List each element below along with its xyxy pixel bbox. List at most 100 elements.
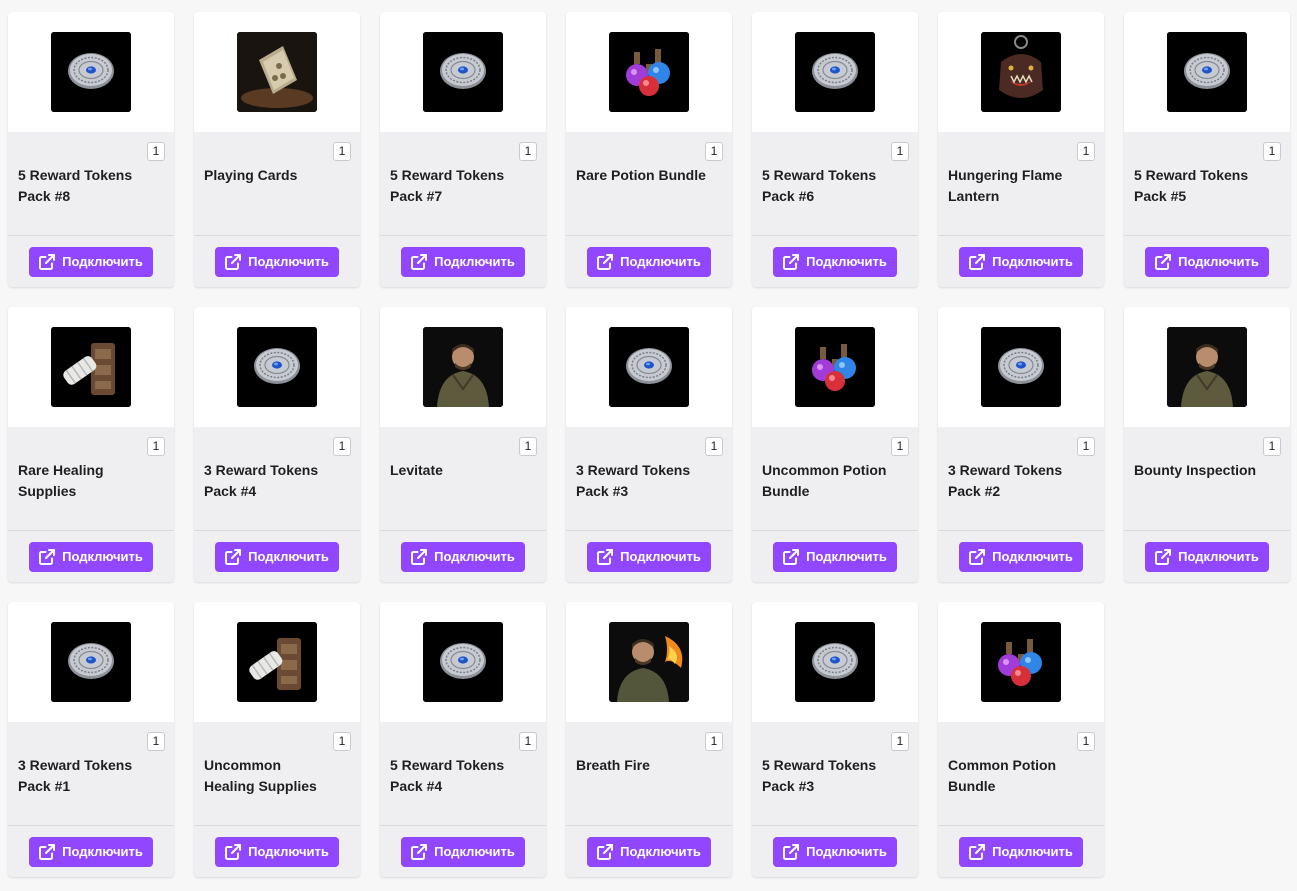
connect-button-label: Подключить bbox=[620, 549, 701, 564]
supplies-icon bbox=[237, 622, 317, 702]
card-image-area bbox=[938, 12, 1104, 132]
connect-button[interactable]: Подключить bbox=[29, 541, 153, 572]
external-link-icon bbox=[410, 548, 428, 566]
connect-button[interactable]: Подключить bbox=[773, 836, 897, 867]
card-body: 1 3 Reward Tokens Pack #3 bbox=[566, 427, 732, 531]
reward-title: Hungering Flame Lantern bbox=[948, 167, 1063, 204]
card-footer: Подключить bbox=[566, 531, 732, 582]
connect-button[interactable]: Подключить bbox=[587, 836, 711, 867]
connect-button[interactable]: Подключить bbox=[1145, 246, 1269, 277]
connect-button[interactable]: Подключить bbox=[773, 246, 897, 277]
potion-icon bbox=[795, 327, 875, 407]
card-body: 1 Uncommon Healing Supplies bbox=[194, 722, 360, 826]
connect-button-label: Подключить bbox=[620, 844, 701, 859]
card-image-area bbox=[566, 12, 732, 132]
card-image-area bbox=[194, 602, 360, 722]
reward-card: 1 Levitate Подключить bbox=[380, 307, 546, 582]
connect-button[interactable]: Подключить bbox=[215, 541, 339, 572]
quantity-badge: 1 bbox=[891, 437, 909, 456]
connect-button[interactable]: Подключить bbox=[215, 246, 339, 277]
connect-button-label: Подключить bbox=[806, 844, 887, 859]
external-link-icon bbox=[596, 548, 614, 566]
card-footer: Подключить bbox=[1124, 531, 1290, 582]
connect-button-label: Подключить bbox=[248, 549, 329, 564]
quantity-badge: 1 bbox=[147, 437, 165, 456]
card-footer: Подключить bbox=[566, 236, 732, 287]
reward-card: 1 3 Reward Tokens Pack #3 Подключить bbox=[566, 307, 732, 582]
connect-button[interactable]: Подключить bbox=[773, 541, 897, 572]
card-footer: Подключить bbox=[938, 236, 1104, 287]
quantity-badge: 1 bbox=[333, 437, 351, 456]
card-image-area bbox=[194, 307, 360, 427]
coin-icon bbox=[1167, 32, 1247, 112]
connect-button[interactable]: Подключить bbox=[29, 246, 153, 277]
card-footer: Подключить bbox=[8, 236, 174, 287]
connect-button[interactable]: Подключить bbox=[587, 541, 711, 572]
external-link-icon bbox=[968, 843, 986, 861]
potion-icon bbox=[981, 622, 1061, 702]
card-footer: Подключить bbox=[566, 826, 732, 877]
card-image-area bbox=[938, 307, 1104, 427]
reward-card: 1 5 Reward Tokens Pack #3 Подключить bbox=[752, 602, 918, 877]
external-link-icon bbox=[596, 253, 614, 271]
connect-button-label: Подключить bbox=[434, 254, 515, 269]
quantity-badge: 1 bbox=[519, 732, 537, 751]
reward-title: Levitate bbox=[390, 462, 443, 478]
card-body: 1 Breath Fire bbox=[566, 722, 732, 826]
reward-title: 3 Reward Tokens Pack #2 bbox=[948, 462, 1063, 499]
card-image-area bbox=[1124, 307, 1290, 427]
quantity-badge: 1 bbox=[1077, 732, 1095, 751]
connect-button[interactable]: Подключить bbox=[401, 541, 525, 572]
card-footer: Подключить bbox=[194, 236, 360, 287]
reward-card: 1 Uncommon Healing Supplies Подключить bbox=[194, 602, 360, 877]
quantity-badge: 1 bbox=[1077, 142, 1095, 161]
card-image-area bbox=[752, 307, 918, 427]
connect-button[interactable]: Подключить bbox=[401, 836, 525, 867]
reward-card: 1 Bounty Inspection Подключить bbox=[1124, 307, 1290, 582]
card-body: 1 Rare Potion Bundle bbox=[566, 132, 732, 236]
coin-icon bbox=[423, 32, 503, 112]
card-body: 1 5 Reward Tokens Pack #6 bbox=[752, 132, 918, 236]
external-link-icon bbox=[1154, 548, 1172, 566]
card-image-area bbox=[8, 602, 174, 722]
card-body: 1 Hungering Flame Lantern bbox=[938, 132, 1104, 236]
connect-button[interactable]: Подключить bbox=[587, 246, 711, 277]
connect-button[interactable]: Подключить bbox=[959, 836, 1083, 867]
reward-title: Bounty Inspection bbox=[1134, 462, 1257, 478]
connect-button[interactable]: Подключить bbox=[959, 246, 1083, 277]
reward-card: 1 5 Reward Tokens Pack #6 Подключить bbox=[752, 12, 918, 287]
connect-button-label: Подключить bbox=[434, 549, 515, 564]
card-image-area bbox=[8, 307, 174, 427]
connect-button[interactable]: Подключить bbox=[959, 541, 1083, 572]
reward-card: 1 Rare Healing Supplies Подключить bbox=[8, 307, 174, 582]
card-body: 1 5 Reward Tokens Pack #7 bbox=[380, 132, 546, 236]
reward-title: 3 Reward Tokens Pack #3 bbox=[576, 462, 691, 499]
coin-icon bbox=[795, 32, 875, 112]
connect-button-label: Подключить bbox=[248, 254, 329, 269]
reward-title: Rare Potion Bundle bbox=[576, 167, 706, 183]
cards-icon bbox=[237, 32, 317, 112]
connect-button[interactable]: Подключить bbox=[29, 836, 153, 867]
quantity-badge: 1 bbox=[333, 732, 351, 751]
card-body: 1 Bounty Inspection bbox=[1124, 427, 1290, 531]
card-body: 1 3 Reward Tokens Pack #2 bbox=[938, 427, 1104, 531]
connect-button-label: Подключить bbox=[992, 549, 1073, 564]
quantity-badge: 1 bbox=[1263, 142, 1281, 161]
quantity-badge: 1 bbox=[705, 142, 723, 161]
quantity-badge: 1 bbox=[519, 437, 537, 456]
external-link-icon bbox=[782, 843, 800, 861]
connect-button[interactable]: Подключить bbox=[215, 836, 339, 867]
connect-button[interactable]: Подключить bbox=[1145, 541, 1269, 572]
connect-button[interactable]: Подключить bbox=[401, 246, 525, 277]
external-link-icon bbox=[968, 548, 986, 566]
external-link-icon bbox=[410, 253, 428, 271]
card-footer: Подключить bbox=[1124, 236, 1290, 287]
connect-button-label: Подключить bbox=[62, 844, 143, 859]
quantity-badge: 1 bbox=[333, 142, 351, 161]
reward-card: 1 5 Reward Tokens Pack #8 Подключить bbox=[8, 12, 174, 287]
coin-icon bbox=[423, 622, 503, 702]
external-link-icon bbox=[224, 548, 242, 566]
reward-title: 5 Reward Tokens Pack #3 bbox=[762, 757, 877, 794]
reward-card: 1 5 Reward Tokens Pack #5 Подключить bbox=[1124, 12, 1290, 287]
card-image-area bbox=[380, 307, 546, 427]
